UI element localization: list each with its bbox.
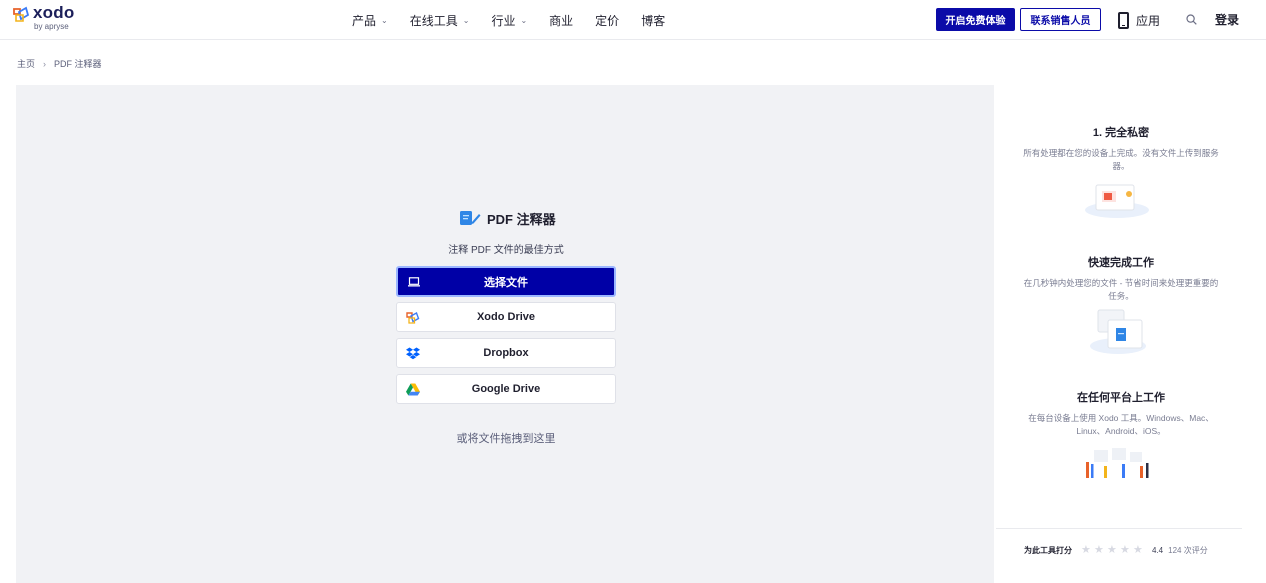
google-drive-button[interactable]: Google Drive [396, 374, 616, 404]
chevron-down-icon: ⌄ [520, 15, 528, 25]
feature-title: 在任何平台上工作 [1077, 392, 1165, 404]
rating-count: 124 次评分 [1168, 546, 1208, 555]
star-icon[interactable]: ★ [1107, 545, 1119, 556]
feature-title: 1. 完全私密 [1092, 127, 1150, 139]
rating-score: 4.4 [1152, 546, 1164, 555]
nav-item-online-tools[interactable]: 在线工具 ⌄ [410, 11, 470, 29]
nav-item-pricing[interactable]: 定价 [595, 11, 619, 29]
google-drive-label: Google Drive [471, 383, 541, 395]
apps-label: 应用 [1136, 13, 1161, 28]
free-trial-button[interactable]: 开启免费体验 [936, 8, 1015, 31]
feature-title: 快速完成工作 [1088, 257, 1154, 269]
feature-fast: 快速完成工作 在几秒钟内处理您的文件 - 节省时间来处理更重要的任务。 [1016, 254, 1226, 303]
nav-item-products[interactable]: 产品 ⌄ [352, 11, 388, 29]
tool-title: PDF 注释器 [459, 208, 556, 228]
nav-label: 商业 [549, 13, 574, 28]
xodo-logo-icon [13, 6, 30, 22]
logo-wordmark: xodo [33, 3, 75, 22]
star-icon[interactable]: ★ [1094, 545, 1106, 556]
nav-item-blog[interactable]: 博客 [641, 11, 665, 29]
search-icon[interactable] [1186, 14, 1197, 25]
contact-sales-button[interactable]: 联系销售人员 [1020, 8, 1101, 31]
nav-label: 定价 [595, 13, 620, 28]
chevron-right-icon: › [43, 58, 47, 69]
nav-item-business[interactable]: 商业 [549, 11, 573, 29]
xodo-drive-button[interactable]: Xodo Drive [396, 302, 616, 332]
drop-hint: 或将文件拖拽到这里 [456, 433, 556, 445]
dropbox-label: Dropbox [483, 347, 529, 359]
dropbox-button[interactable]: Dropbox [396, 338, 616, 368]
feature-description: 所有处理都在您的设备上完成。没有文件上传到服务器。 [1023, 148, 1219, 171]
rating-label: 为此工具打分 [1024, 546, 1072, 555]
star-rating[interactable]: ★ ★ ★ ★ ★ [1081, 545, 1146, 556]
login-link[interactable]: 登录 [1215, 11, 1239, 28]
phone-icon [1118, 11, 1129, 29]
feature-private: 1. 完全私密 所有处理都在您的设备上完成。没有文件上传到服务器。 [1016, 124, 1226, 173]
apps-link[interactable]: 应用 [1118, 10, 1160, 30]
choose-file-label: 选择文件 [484, 276, 528, 289]
star-icon[interactable]: ★ [1133, 545, 1145, 556]
xodo-drive-label: Xodo Drive [476, 311, 536, 323]
fast-work-illustration [1090, 309, 1146, 354]
multi-platform-illustration [1086, 448, 1149, 478]
nav-label: 博客 [641, 13, 666, 28]
nav-item-industries[interactable]: 行业 ⌄ [491, 11, 527, 29]
star-icon[interactable]: ★ [1120, 545, 1132, 556]
chevron-down-icon: ⌄ [462, 15, 470, 25]
breadcrumb: 主页 › PDF 注释器 [17, 57, 102, 70]
tool-subtitle: 注释 PDF 文件的最佳方式 [448, 245, 564, 256]
nav-label: 行业 [491, 13, 516, 28]
feature-any-platform: 在任何平台上工作 在每台设备上使用 Xodo 工具。Windows、Mac、Li… [1016, 389, 1226, 438]
main-nav: 产品 ⌄ 在线工具 ⌄ 行业 ⌄ 商业 定价 博客 [352, 11, 687, 29]
breadcrumb-home[interactable]: 主页 [17, 57, 35, 70]
feature-description: 在几秒钟内处理您的文件 - 节省时间来处理更重要的任务。 [1023, 278, 1219, 301]
choose-file-button[interactable]: 选择文件 [396, 266, 616, 297]
feature-description: 在每台设备上使用 Xodo 工具。Windows、Mac、Linux、Andro… [1028, 413, 1214, 436]
nav-label: 在线工具 [409, 13, 458, 28]
top-header: xodo by apryse 产品 ⌄ 在线工具 ⌄ 行业 ⌄ 商业 定价 博客 开启… [0, 0, 1266, 40]
star-icon[interactable]: ★ [1081, 545, 1093, 556]
logo-subtitle: by apryse [34, 22, 69, 31]
breadcrumb-current: PDF 注释器 [54, 59, 102, 69]
rating-widget: 为此工具打分 ★ ★ ★ ★ ★ 4.4 124 次评分 [1024, 545, 1208, 556]
divider [996, 528, 1242, 529]
nav-label: 产品 [352, 13, 377, 28]
upload-dropzone[interactable] [16, 85, 994, 583]
pdf-annotate-icon [460, 211, 481, 225]
private-device-illustration [1085, 184, 1149, 218]
tool-title-text: PDF 注释器 [487, 211, 556, 227]
xodo-logo[interactable]: xodo by apryse [12, 3, 82, 36]
chevron-down-icon: ⌄ [381, 15, 388, 25]
